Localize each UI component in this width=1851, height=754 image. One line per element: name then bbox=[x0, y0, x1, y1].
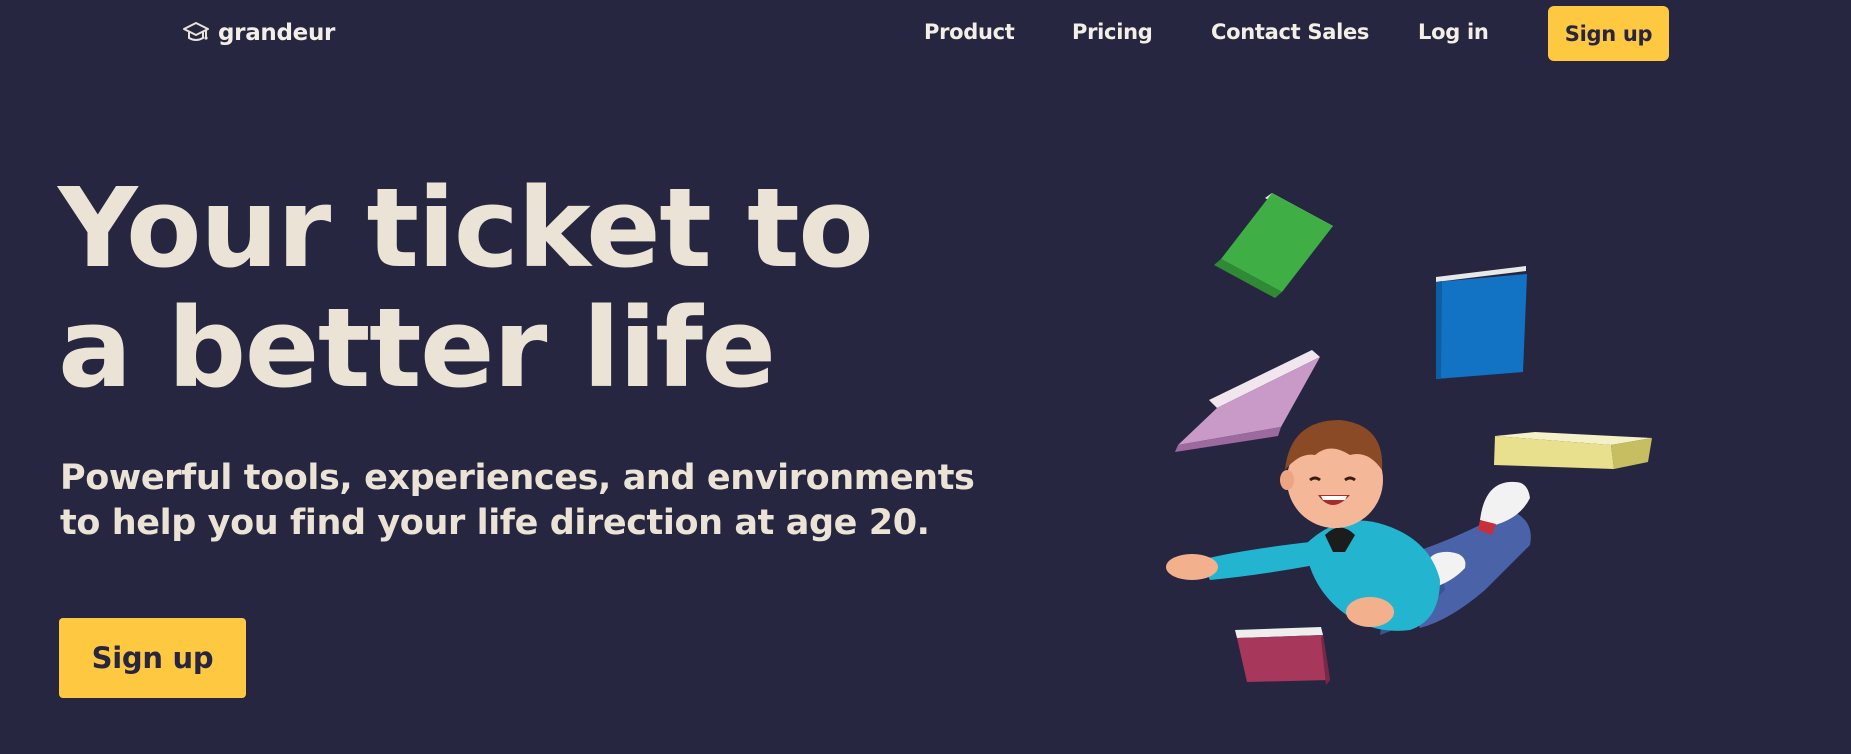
hero-illustration bbox=[1140, 180, 1680, 700]
maroon-book bbox=[1235, 627, 1330, 685]
top-navbar: grandeur Product Pricing Contact Sales L… bbox=[0, 0, 1851, 68]
nav-link-pricing[interactable]: Pricing bbox=[1072, 20, 1153, 44]
boy-character bbox=[1166, 420, 1531, 635]
graduation-cap-icon bbox=[182, 20, 210, 46]
nav-link-log-in[interactable]: Log in bbox=[1418, 20, 1489, 44]
nav-link-contact-sales[interactable]: Contact Sales bbox=[1211, 20, 1369, 44]
hero-subtitle-line-1: Powerful tools, experiences, and environ… bbox=[60, 458, 975, 498]
nav-signup-button[interactable]: Sign up bbox=[1548, 6, 1669, 61]
blue-book bbox=[1436, 266, 1527, 379]
nav-link-product[interactable]: Product bbox=[924, 20, 1015, 44]
brand-name: grandeur bbox=[218, 20, 336, 46]
hero-title: Your ticket to a better life bbox=[58, 168, 938, 408]
hero-signup-button[interactable]: Sign up bbox=[59, 618, 246, 698]
hero-subtitle: Powerful tools, experiences, and environ… bbox=[60, 456, 975, 546]
hero-title-line-2: a better life bbox=[58, 284, 776, 412]
green-book bbox=[1214, 193, 1333, 298]
hero-subtitle-line-2: to help you find your life direction at … bbox=[60, 503, 930, 543]
hero-title-line-1: Your ticket to bbox=[58, 164, 874, 292]
brand-logo[interactable]: grandeur bbox=[182, 20, 335, 46]
flying-boy-with-books-illustration bbox=[1166, 193, 1652, 685]
yellow-book bbox=[1494, 432, 1652, 469]
